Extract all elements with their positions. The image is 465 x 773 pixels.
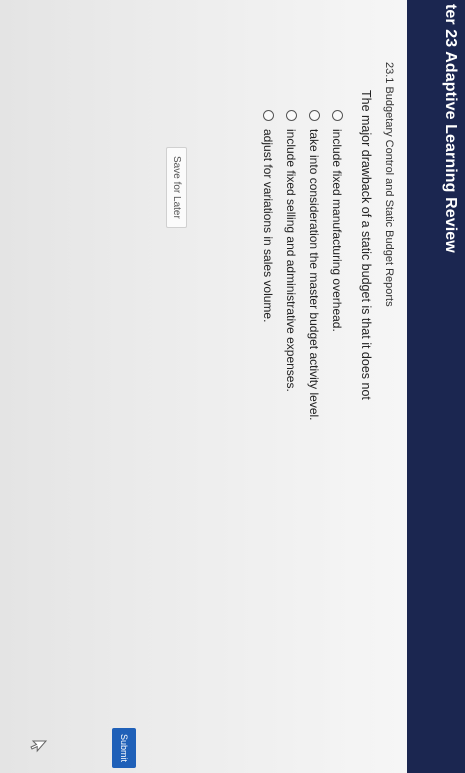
- mouse-pointer-icon: [30, 740, 47, 753]
- answer-option-4[interactable]: adjust for variations in sales volume.: [257, 110, 280, 421]
- radio-button-icon[interactable]: [286, 110, 297, 121]
- question-prompt: The major drawback of a static budget is…: [359, 90, 373, 400]
- radio-button-icon[interactable]: [263, 110, 274, 121]
- answer-option-label: include fixed manufacturing overhead.: [330, 129, 345, 332]
- section-title: 23.1 Budgetary Control and Static Budget…: [383, 62, 395, 307]
- submit-button[interactable]: Submit: [112, 728, 136, 768]
- answer-options: include fixed manufacturing overhead. ta…: [257, 110, 349, 421]
- save-for-later-button[interactable]: Save for Later: [166, 147, 187, 228]
- answer-option-2[interactable]: take into consideration the master budge…: [303, 110, 326, 421]
- page-title: ter 23 Adaptive Learning Review: [442, 4, 459, 253]
- answer-option-label: adjust for variations in sales volume.: [261, 129, 276, 323]
- top-header: ter 23 Adaptive Learning Review: [407, 0, 465, 773]
- radio-button-icon[interactable]: [309, 110, 320, 121]
- answer-option-1[interactable]: include fixed manufacturing overhead.: [326, 110, 349, 421]
- answer-option-label: include fixed selling and administrative…: [284, 129, 299, 392]
- radio-button-icon[interactable]: [332, 110, 343, 121]
- question-panel: 23.1 Budgetary Control and Static Budget…: [0, 0, 407, 773]
- answer-option-3[interactable]: include fixed selling and administrative…: [280, 110, 303, 421]
- screen: ter 23 Adaptive Learning Review 23.1 Bud…: [0, 0, 465, 773]
- answer-option-label: take into consideration the master budge…: [307, 129, 322, 421]
